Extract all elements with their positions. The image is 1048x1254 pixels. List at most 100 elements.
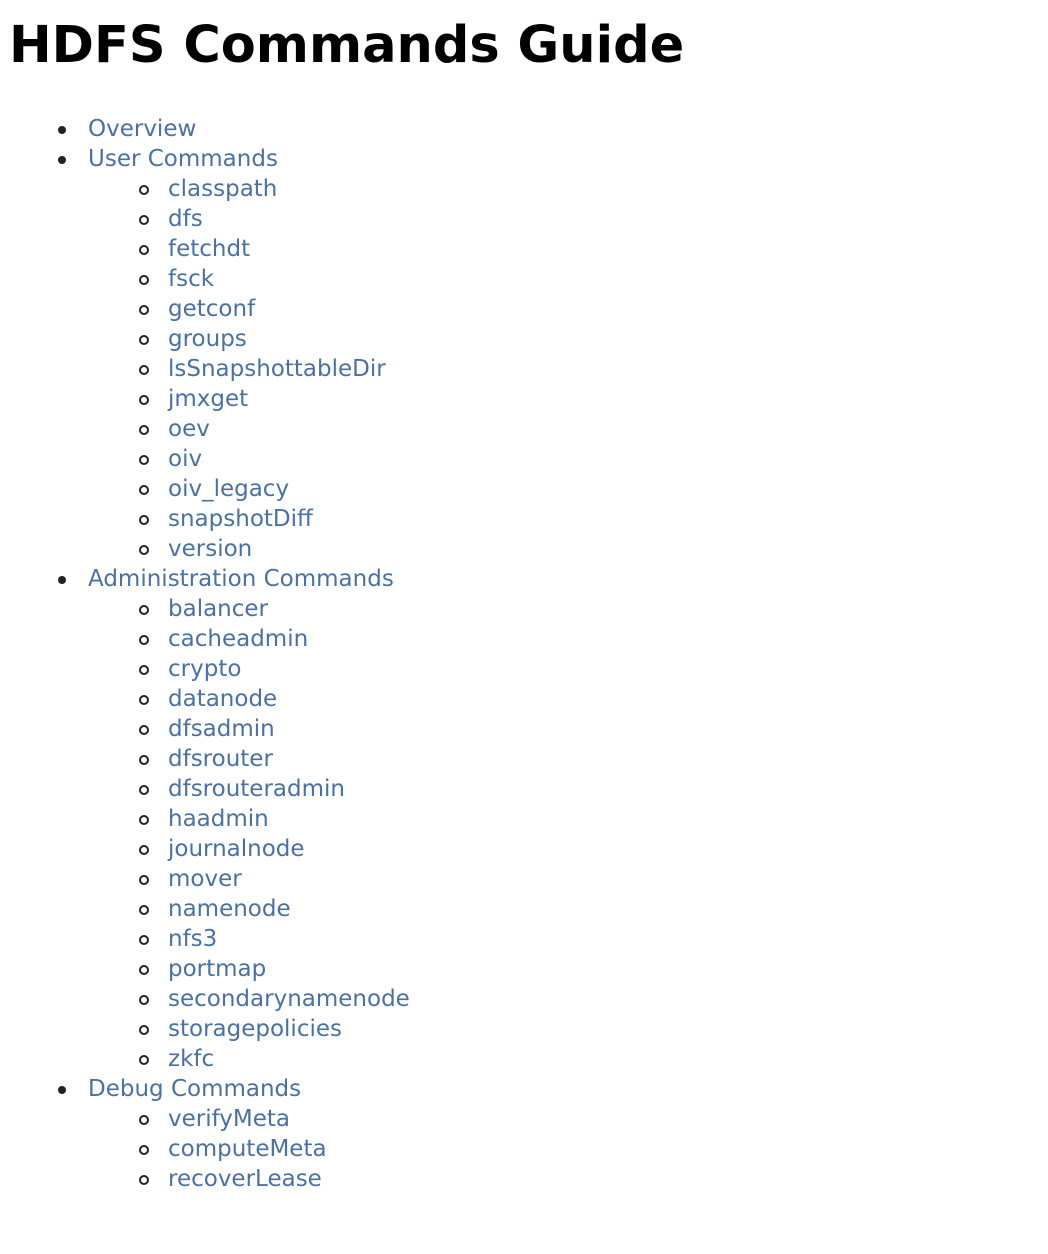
- circle-bullet-icon: [139, 815, 149, 825]
- toc-item-overview: Overview: [58, 114, 1048, 144]
- admin-command-link[interactable]: mover: [168, 866, 242, 892]
- toc-subitem: journalnode: [139, 834, 1048, 864]
- circle-bullet-icon: [139, 665, 149, 675]
- toc-subitem: dfs: [139, 204, 1048, 234]
- circle-bullet-icon: [139, 455, 149, 465]
- debug-commands-list: verifyMeta computeMeta recoverLease: [88, 1104, 1048, 1194]
- user-command-link[interactable]: lsSnapshottableDir: [168, 356, 386, 382]
- toc-subitem: cacheadmin: [139, 624, 1048, 654]
- toc-subitem: fsck: [139, 264, 1048, 294]
- debug-command-link[interactable]: computeMeta: [168, 1136, 327, 1162]
- admin-command-link[interactable]: zkfc: [168, 1046, 214, 1072]
- bullet-icon: [58, 576, 66, 584]
- administration-commands-list: balancer cacheadmin crypto datanode dfsadmin…: [88, 594, 1048, 1074]
- toc-subitem: computeMeta: [139, 1134, 1048, 1164]
- admin-command-link[interactable]: namenode: [168, 896, 291, 922]
- admin-command-link[interactable]: secondarynamenode: [168, 986, 410, 1012]
- admin-command-link[interactable]: balancer: [168, 596, 268, 622]
- circle-bullet-icon: [139, 215, 149, 225]
- user-command-link[interactable]: snapshotDiff: [168, 506, 313, 532]
- user-command-link[interactable]: jmxget: [168, 386, 248, 412]
- toc-subitem: zkfc: [139, 1044, 1048, 1074]
- circle-bullet-icon: [139, 185, 149, 195]
- user-command-link[interactable]: dfs: [168, 206, 203, 232]
- bullet-icon: [58, 126, 66, 134]
- admin-command-link[interactable]: datanode: [168, 686, 277, 712]
- debug-command-link[interactable]: verifyMeta: [168, 1106, 290, 1132]
- circle-bullet-icon: [139, 515, 149, 525]
- user-command-link[interactable]: oev: [168, 416, 210, 442]
- circle-bullet-icon: [139, 1025, 149, 1035]
- circle-bullet-icon: [139, 605, 149, 615]
- user-command-link[interactable]: groups: [168, 326, 247, 352]
- toc-subitem: crypto: [139, 654, 1048, 684]
- circle-bullet-icon: [139, 935, 149, 945]
- circle-bullet-icon: [139, 1175, 149, 1185]
- bullet-icon: [58, 156, 66, 164]
- table-of-contents: Overview User Commands classpath dfs fetch…: [0, 114, 1048, 1194]
- toc-subitem: getconf: [139, 294, 1048, 324]
- admin-command-link[interactable]: storagepolicies: [168, 1016, 342, 1042]
- admin-command-link[interactable]: cacheadmin: [168, 626, 308, 652]
- toc-subitem: storagepolicies: [139, 1014, 1048, 1044]
- user-command-link[interactable]: classpath: [168, 176, 277, 202]
- circle-bullet-icon: [139, 905, 149, 915]
- circle-bullet-icon: [139, 875, 149, 885]
- toc-subitem: verifyMeta: [139, 1104, 1048, 1134]
- circle-bullet-icon: [139, 335, 149, 345]
- admin-command-link[interactable]: journalnode: [168, 836, 305, 862]
- user-command-link[interactable]: oiv: [168, 446, 202, 472]
- circle-bullet-icon: [139, 995, 149, 1005]
- circle-bullet-icon: [139, 425, 149, 435]
- user-command-link[interactable]: version: [168, 536, 252, 562]
- circle-bullet-icon: [139, 485, 149, 495]
- toc-subitem: groups: [139, 324, 1048, 354]
- circle-bullet-icon: [139, 1115, 149, 1125]
- toc-subitem: snapshotDiff: [139, 504, 1048, 534]
- toc-subitem: secondarynamenode: [139, 984, 1048, 1014]
- circle-bullet-icon: [139, 395, 149, 405]
- circle-bullet-icon: [139, 365, 149, 375]
- user-command-link[interactable]: getconf: [168, 296, 255, 322]
- debug-command-link[interactable]: recoverLease: [168, 1166, 322, 1192]
- circle-bullet-icon: [139, 785, 149, 795]
- toc-subitem: fetchdt: [139, 234, 1048, 264]
- toc-subitem: mover: [139, 864, 1048, 894]
- toc-subitem: classpath: [139, 174, 1048, 204]
- toc-subitem: version: [139, 534, 1048, 564]
- toc-subitem: portmap: [139, 954, 1048, 984]
- admin-command-link[interactable]: haadmin: [168, 806, 269, 832]
- admin-command-link[interactable]: portmap: [168, 956, 266, 982]
- toc-subitem: dfsrouteradmin: [139, 774, 1048, 804]
- user-command-link[interactable]: fsck: [168, 266, 214, 292]
- admin-command-link[interactable]: dfsrouter: [168, 746, 273, 772]
- admin-command-link[interactable]: dfsrouteradmin: [168, 776, 345, 802]
- admin-command-link[interactable]: dfsadmin: [168, 716, 275, 742]
- toc-subitem: lsSnapshottableDir: [139, 354, 1048, 384]
- user-command-link[interactable]: fetchdt: [168, 236, 250, 262]
- user-commands-link[interactable]: User Commands: [88, 146, 278, 172]
- overview-link[interactable]: Overview: [88, 116, 196, 142]
- circle-bullet-icon: [139, 545, 149, 555]
- toc-subitem: datanode: [139, 684, 1048, 714]
- admin-command-link[interactable]: crypto: [168, 656, 241, 682]
- page-title: HDFS Commands Guide: [9, 16, 685, 75]
- admin-command-link[interactable]: nfs3: [168, 926, 217, 952]
- toc-subitem: jmxget: [139, 384, 1048, 414]
- toc-subitem: oiv_legacy: [139, 474, 1048, 504]
- circle-bullet-icon: [139, 1055, 149, 1065]
- toc-subitem: haadmin: [139, 804, 1048, 834]
- toc-item-user-commands: User Commands classpath dfs fetchdt fsck get…: [58, 144, 1048, 564]
- debug-commands-link[interactable]: Debug Commands: [88, 1076, 301, 1102]
- circle-bullet-icon: [139, 695, 149, 705]
- circle-bullet-icon: [139, 1145, 149, 1155]
- toc-subitem: namenode: [139, 894, 1048, 924]
- user-commands-list: classpath dfs fetchdt fsck getconf groups lsSn…: [88, 174, 1048, 564]
- administration-commands-link[interactable]: Administration Commands: [88, 566, 394, 592]
- circle-bullet-icon: [139, 755, 149, 765]
- circle-bullet-icon: [139, 305, 149, 315]
- toc-subitem: balancer: [139, 594, 1048, 624]
- circle-bullet-icon: [139, 725, 149, 735]
- toc-item-administration-commands: Administration Commands balancer cacheadm…: [58, 564, 1048, 1074]
- user-command-link[interactable]: oiv_legacy: [168, 476, 289, 502]
